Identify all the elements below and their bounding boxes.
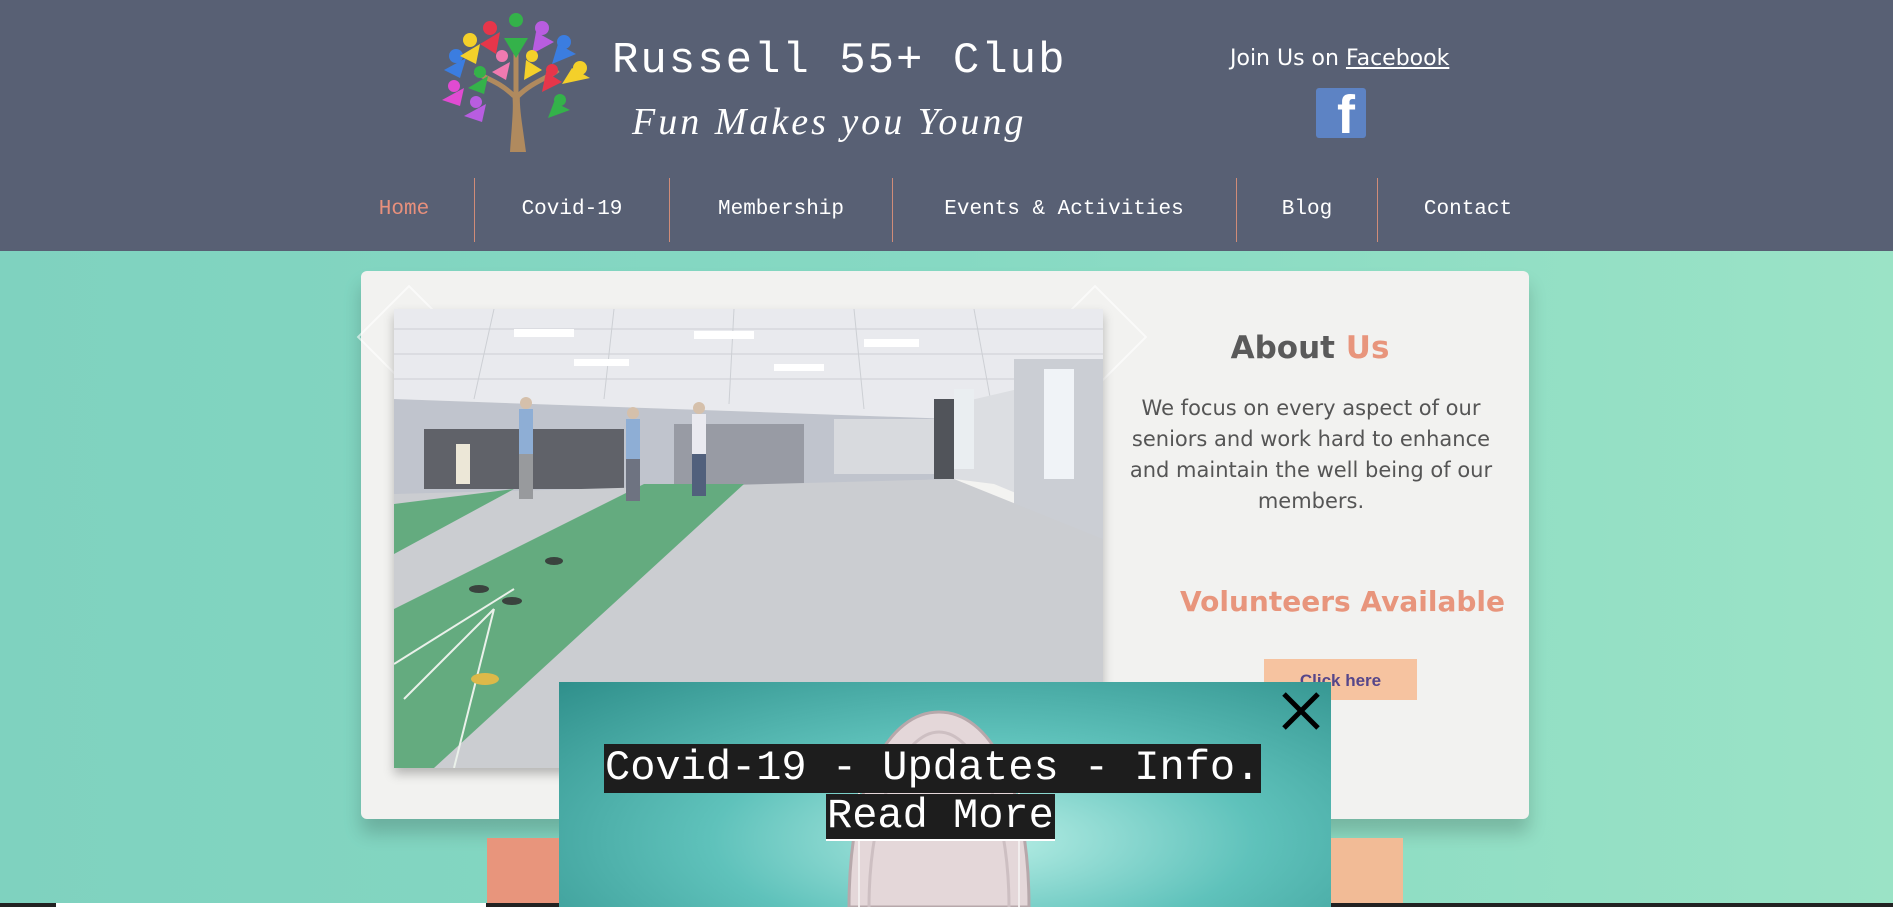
about-us-heading: About Us: [1130, 330, 1490, 366]
site-tagline: Fun Makes you Young: [632, 101, 1027, 143]
section-strip-left: [487, 838, 559, 907]
nav-divider: [669, 178, 670, 242]
facebook-icon[interactable]: f: [1316, 88, 1366, 138]
nav-item-contact[interactable]: Contact: [1400, 178, 1536, 242]
about-heading-main: About: [1230, 330, 1335, 366]
nav-item-events-activities[interactable]: Events & Activities: [916, 178, 1212, 242]
site-title[interactable]: Russell 55+ Club: [612, 36, 1066, 86]
tree-logo-icon[interactable]: [440, 12, 592, 152]
nav-item-membership[interactable]: Membership: [694, 178, 868, 242]
volunteers-heading: Volunteers Available: [1180, 585, 1505, 618]
read-more-link[interactable]: Read More: [826, 794, 1055, 841]
nav-divider: [892, 178, 893, 242]
facebook-join-text: Join Us on Facebook: [1230, 46, 1449, 71]
nav-divider: [1377, 178, 1378, 242]
main-nav: Home Covid-19 Membership Events & Activi…: [0, 178, 1893, 242]
nav-item-blog[interactable]: Blog: [1262, 178, 1352, 242]
nav-item-home[interactable]: Home: [360, 178, 448, 242]
facebook-join-prefix: Join Us on: [1230, 46, 1346, 71]
facebook-link[interactable]: Facebook: [1346, 46, 1449, 71]
site-header: Russell 55+ Club Fun Makes you Young Joi…: [0, 0, 1893, 251]
nav-item-covid-19[interactable]: Covid-19: [500, 178, 644, 242]
nav-divider: [1236, 178, 1237, 242]
nav-divider: [474, 178, 475, 242]
bottom-divider-highlight: [56, 903, 486, 907]
close-icon[interactable]: [1278, 688, 1324, 734]
about-us-text: We focus on every aspect of our seniors …: [1129, 396, 1493, 513]
covid-updates-heading[interactable]: Covid-19 - Updates - Info.: [604, 744, 1262, 793]
section-strip-right: [1330, 838, 1403, 907]
about-heading-accent: Us: [1345, 330, 1390, 366]
